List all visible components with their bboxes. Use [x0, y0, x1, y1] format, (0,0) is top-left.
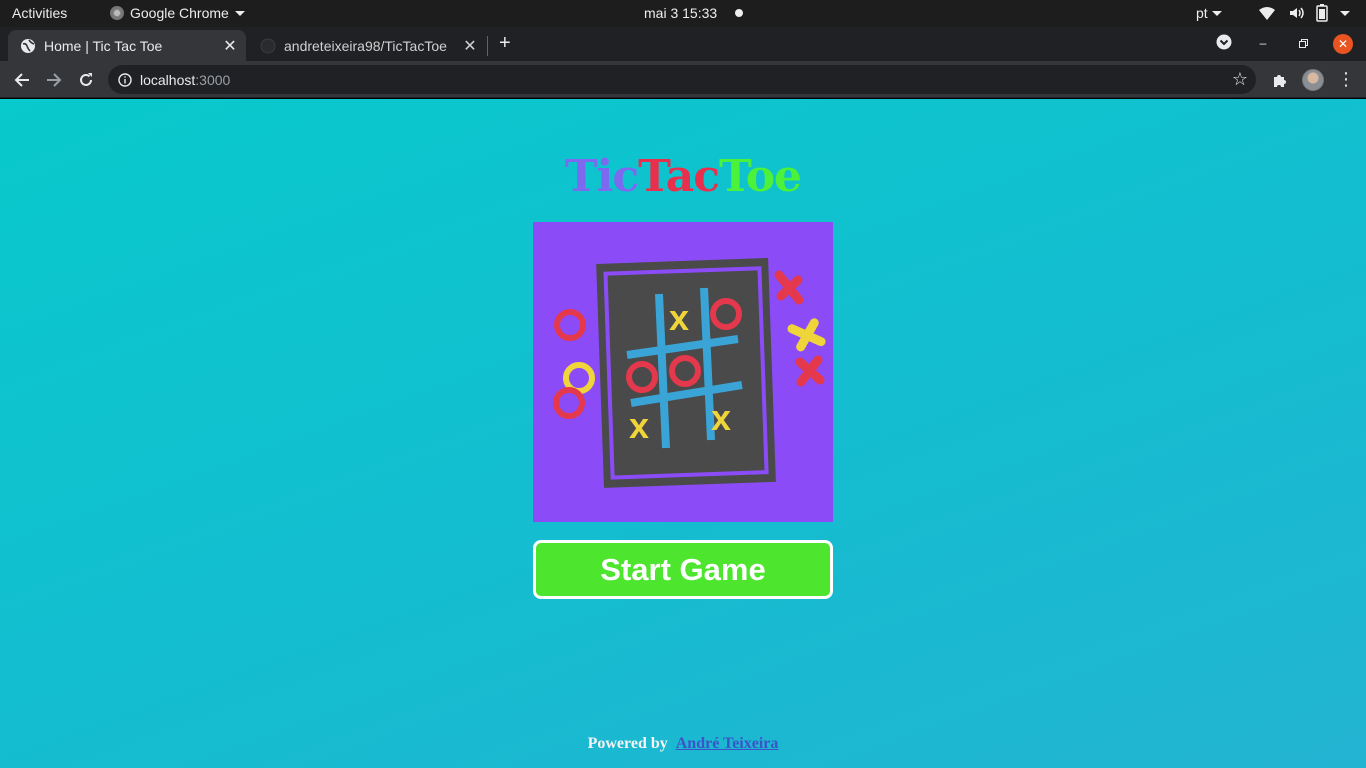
- globe-icon: [21, 38, 35, 53]
- system-top-bar: Activities Google Chrome mai 3 15:33 pt: [0, 0, 1366, 27]
- hero-illustration: x x x: [533, 222, 833, 522]
- tab-search-button[interactable]: [1215, 33, 1233, 51]
- author-link[interactable]: André Teixeira: [676, 735, 779, 752]
- window-close-button[interactable]: ✕: [1333, 34, 1353, 54]
- chrome-icon: [110, 6, 124, 20]
- volume-icon: [1290, 7, 1304, 19]
- tab-strip: Home | Tic Tac Toe ✕ andreteixeira98/Tic…: [0, 27, 1366, 61]
- app-menu-label: Google Chrome: [130, 5, 229, 21]
- minimize-button[interactable]: –: [1256, 33, 1270, 53]
- url-host: localhost: [140, 71, 196, 88]
- tic-tac-toe-board-image: x x x: [553, 257, 826, 488]
- back-button[interactable]: [11, 69, 33, 91]
- svg-text:x: x: [669, 297, 689, 338]
- tab-home[interactable]: Home | Tic Tac Toe ✕: [8, 30, 246, 61]
- logo-tic: Tic: [564, 151, 639, 202]
- address-bar[interactable]: localhost:3000 ☆: [108, 65, 1256, 94]
- app-menu[interactable]: Google Chrome: [110, 5, 245, 21]
- chevron-down-circle-icon: [1216, 34, 1232, 50]
- chevron-down-icon: [234, 10, 245, 16]
- tab-title: andreteixeira98/TicTacToe: [284, 37, 447, 54]
- chevron-down-icon: [1211, 10, 1222, 16]
- logo-tac: Tac: [638, 151, 720, 202]
- tab-title: Home | Tic Tac Toe: [44, 37, 163, 54]
- github-icon: [260, 38, 276, 53]
- input-language-menu[interactable]: pt: [1196, 5, 1222, 21]
- browser-toolbar: localhost:3000 ☆ ⋮: [0, 61, 1366, 98]
- url-port: :3000: [195, 71, 231, 88]
- wifi-icon: [1259, 7, 1275, 20]
- logo-toe: Toe: [719, 151, 802, 202]
- profile-avatar[interactable]: [1302, 69, 1324, 91]
- reload-button[interactable]: [75, 69, 97, 91]
- extensions-button[interactable]: [1269, 69, 1291, 91]
- svg-text:x: x: [711, 397, 731, 438]
- bookmark-star-icon[interactable]: ☆: [1232, 69, 1248, 90]
- notification-dot-icon: [735, 9, 743, 17]
- logo-title: TicTacToe: [0, 151, 1366, 202]
- close-icon[interactable]: ✕: [220, 36, 240, 56]
- battery-icon: [1316, 4, 1328, 22]
- new-tab-button[interactable]: +: [499, 32, 511, 55]
- system-menu[interactable]: [1258, 4, 1350, 22]
- powered-by-label: Powered by: [587, 735, 668, 752]
- page-content: TicTacToe x x x Start Game Powered by An…: [0, 99, 1366, 768]
- restore-icon: [1298, 38, 1308, 48]
- reload-icon: [80, 73, 92, 86]
- forward-button[interactable]: [43, 69, 65, 91]
- tab-github[interactable]: andreteixeira98/TicTacToe ✕: [250, 30, 486, 61]
- clock[interactable]: mai 3 15:33: [644, 5, 717, 21]
- close-icon[interactable]: ✕: [460, 36, 480, 56]
- start-game-button[interactable]: Start Game: [533, 540, 833, 599]
- footer: Powered by André Teixeira: [0, 735, 1366, 753]
- menu-kebab-icon[interactable]: ⋮: [1337, 69, 1355, 90]
- puzzle-icon: [1274, 75, 1286, 87]
- arrow-right-icon: [47, 73, 62, 87]
- tab-divider: [487, 36, 488, 56]
- chevron-down-icon: [1340, 10, 1350, 16]
- maximize-button[interactable]: [1296, 33, 1310, 53]
- info-icon[interactable]: [118, 72, 132, 87]
- arrow-left-icon: [14, 73, 29, 87]
- activities-button[interactable]: Activities: [12, 5, 67, 21]
- svg-text:x: x: [629, 405, 649, 446]
- input-language-label: pt: [1196, 5, 1208, 21]
